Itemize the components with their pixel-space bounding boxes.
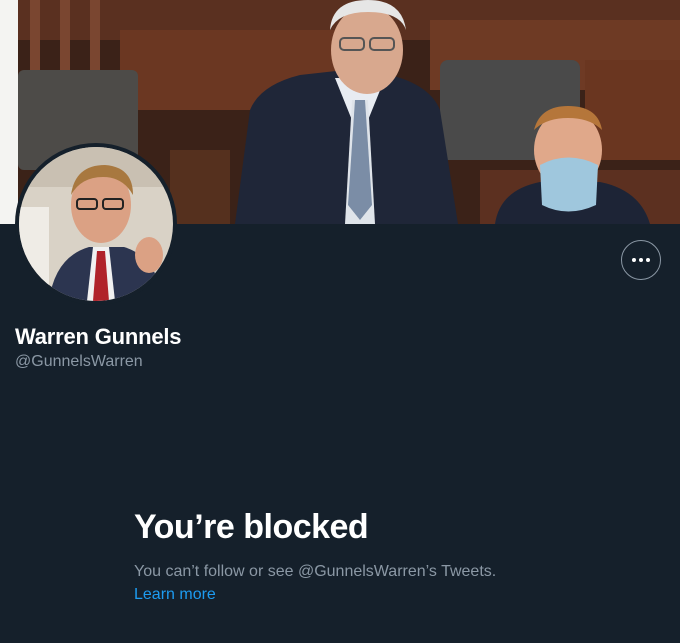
avatar-photo	[19, 147, 173, 301]
blocked-message: You can’t follow or see @GunnelsWarren’s…	[134, 563, 497, 580]
banner-edge	[0, 0, 18, 224]
learn-more-link[interactable]: Learn more	[134, 586, 216, 604]
profile-page: Warren Gunnels @GunnelsWarren You’re blo…	[0, 0, 680, 643]
profile-display-name: Warren Gunnels	[15, 324, 182, 349]
profile-avatar[interactable]	[15, 143, 177, 305]
blocked-title: You’re blocked	[134, 508, 369, 546]
more-horizontal-icon	[632, 258, 650, 262]
profile-handle: @GunnelsWarren	[15, 353, 143, 370]
more-button[interactable]	[621, 240, 661, 280]
